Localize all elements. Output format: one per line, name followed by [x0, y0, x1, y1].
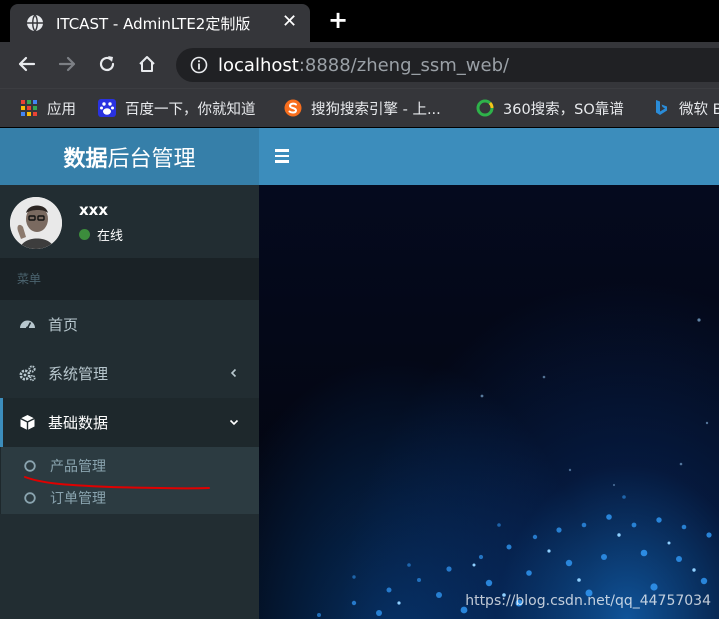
submenu-item-label: 订单管理 — [50, 491, 106, 507]
sogou-icon — [284, 99, 302, 117]
url-path: :8888/zheng_ssm_web/ — [298, 55, 510, 76]
bookmark-label: 应用 — [47, 101, 76, 118]
menu-header: 菜单 — [0, 258, 259, 300]
online-dot-icon — [79, 229, 90, 240]
address-bar[interactable]: localhost:8888/zheng_ssm_web/ — [176, 48, 719, 82]
user-panel: xxx 在线 — [0, 185, 259, 258]
content-background: https://blog.csdn.net/qq_44757034 — [259, 185, 719, 619]
sidebar-item-label: 系统管理 — [48, 365, 109, 383]
circle-icon — [24, 460, 36, 472]
sidebar-item-home[interactable]: 首页 — [0, 300, 259, 349]
bing-icon — [656, 100, 667, 115]
user-photo-icon — [10, 197, 62, 249]
sidebar-item-basic-data[interactable]: 基础数据 — [0, 398, 259, 447]
sidebar: xxx 在线 菜单 首页 系统管理 基础数据 产品管理 订单管理 — [0, 185, 259, 619]
submenu-item-orders[interactable]: 订单管理 — [1, 483, 260, 513]
bookmark-baidu[interactable]: 百度一下，你就知道 — [98, 97, 256, 119]
avatar — [10, 197, 62, 249]
top-navbar — [259, 128, 719, 185]
sidebar-item-system[interactable]: 系统管理 — [0, 349, 259, 398]
admin-page: 数据 后台管理 xxx 在线 菜单 首页 系统管理 基础数据 产品管理 订单管理… — [0, 128, 719, 619]
tab-title: ITCAST - AdminLTE2定制版 — [56, 15, 251, 33]
tab-close-icon[interactable]: ✕ — [282, 13, 297, 31]
360-search-icon — [476, 99, 494, 117]
sidebar-toggle-icon[interactable] — [275, 149, 289, 163]
bookmark-label: 360搜索，SO靠谱 — [503, 101, 624, 118]
cube-icon — [20, 415, 35, 430]
home-icon[interactable] — [136, 53, 158, 75]
bookmarks-bar: 应用 百度一下，你就知道 搜狗搜索引擎 - 上... 360搜索，SO靠谱 微软… — [0, 88, 719, 127]
url-host: localhost — [218, 55, 299, 76]
baidu-paw-icon — [98, 99, 116, 117]
browser-tab[interactable]: ITCAST - AdminLTE2定制版 ✕ — [10, 4, 310, 42]
chevron-down-icon — [229, 419, 239, 426]
url-text: localhost:8888/zheng_ssm_web/ — [218, 55, 509, 76]
sidebar-item-label: 首页 — [48, 316, 79, 334]
status-label: 在线 — [97, 229, 124, 244]
submenu-item-products[interactable]: 产品管理 — [1, 451, 260, 481]
app-logo[interactable]: 数据 后台管理 — [0, 128, 259, 185]
bookmark-bing[interactable]: 微软 B — [652, 97, 719, 119]
submenu-item-label: 产品管理 — [50, 459, 106, 475]
logo-bold-text: 数据 — [63, 146, 108, 172]
bookmark-label: 百度一下，你就知道 — [125, 101, 256, 118]
watermark-text: https://blog.csdn.net/qq_44757034 — [465, 593, 711, 609]
circle-icon — [24, 492, 36, 504]
dashboard-icon — [20, 320, 35, 330]
bookmark-label: 微软 B — [679, 101, 719, 118]
bookmark-360[interactable]: 360搜索，SO靠谱 — [476, 97, 624, 119]
particle-background — [317, 318, 712, 617]
submenu-basic-data: 产品管理 订单管理 — [0, 447, 259, 514]
sidebar-item-label: 基础数据 — [48, 414, 109, 432]
globe-icon — [27, 14, 43, 32]
logo-text: 后台管理 — [107, 146, 196, 172]
cogs-icon — [19, 365, 36, 382]
bookmark-apps[interactable]: 应用 — [20, 97, 76, 119]
forward-arrow-icon[interactable] — [56, 53, 78, 75]
user-name: xxx — [79, 201, 109, 219]
bookmark-sogou[interactable]: 搜狗搜索引擎 - 上... — [284, 97, 441, 119]
bookmark-label: 搜狗搜索引擎 - 上... — [311, 101, 441, 118]
browser-toolbar: localhost:8888/zheng_ssm_web/ — [0, 42, 719, 88]
info-icon[interactable] — [190, 56, 208, 74]
new-tab-button[interactable]: + — [328, 8, 348, 32]
back-arrow-icon[interactable] — [16, 53, 38, 75]
reload-icon[interactable] — [96, 53, 118, 75]
chevron-left-icon — [230, 368, 237, 378]
browser-tab-strip: ITCAST - AdminLTE2定制版 ✕ + — [0, 0, 719, 42]
user-status: 在线 — [79, 225, 123, 244]
apps-grid-icon — [21, 100, 37, 116]
